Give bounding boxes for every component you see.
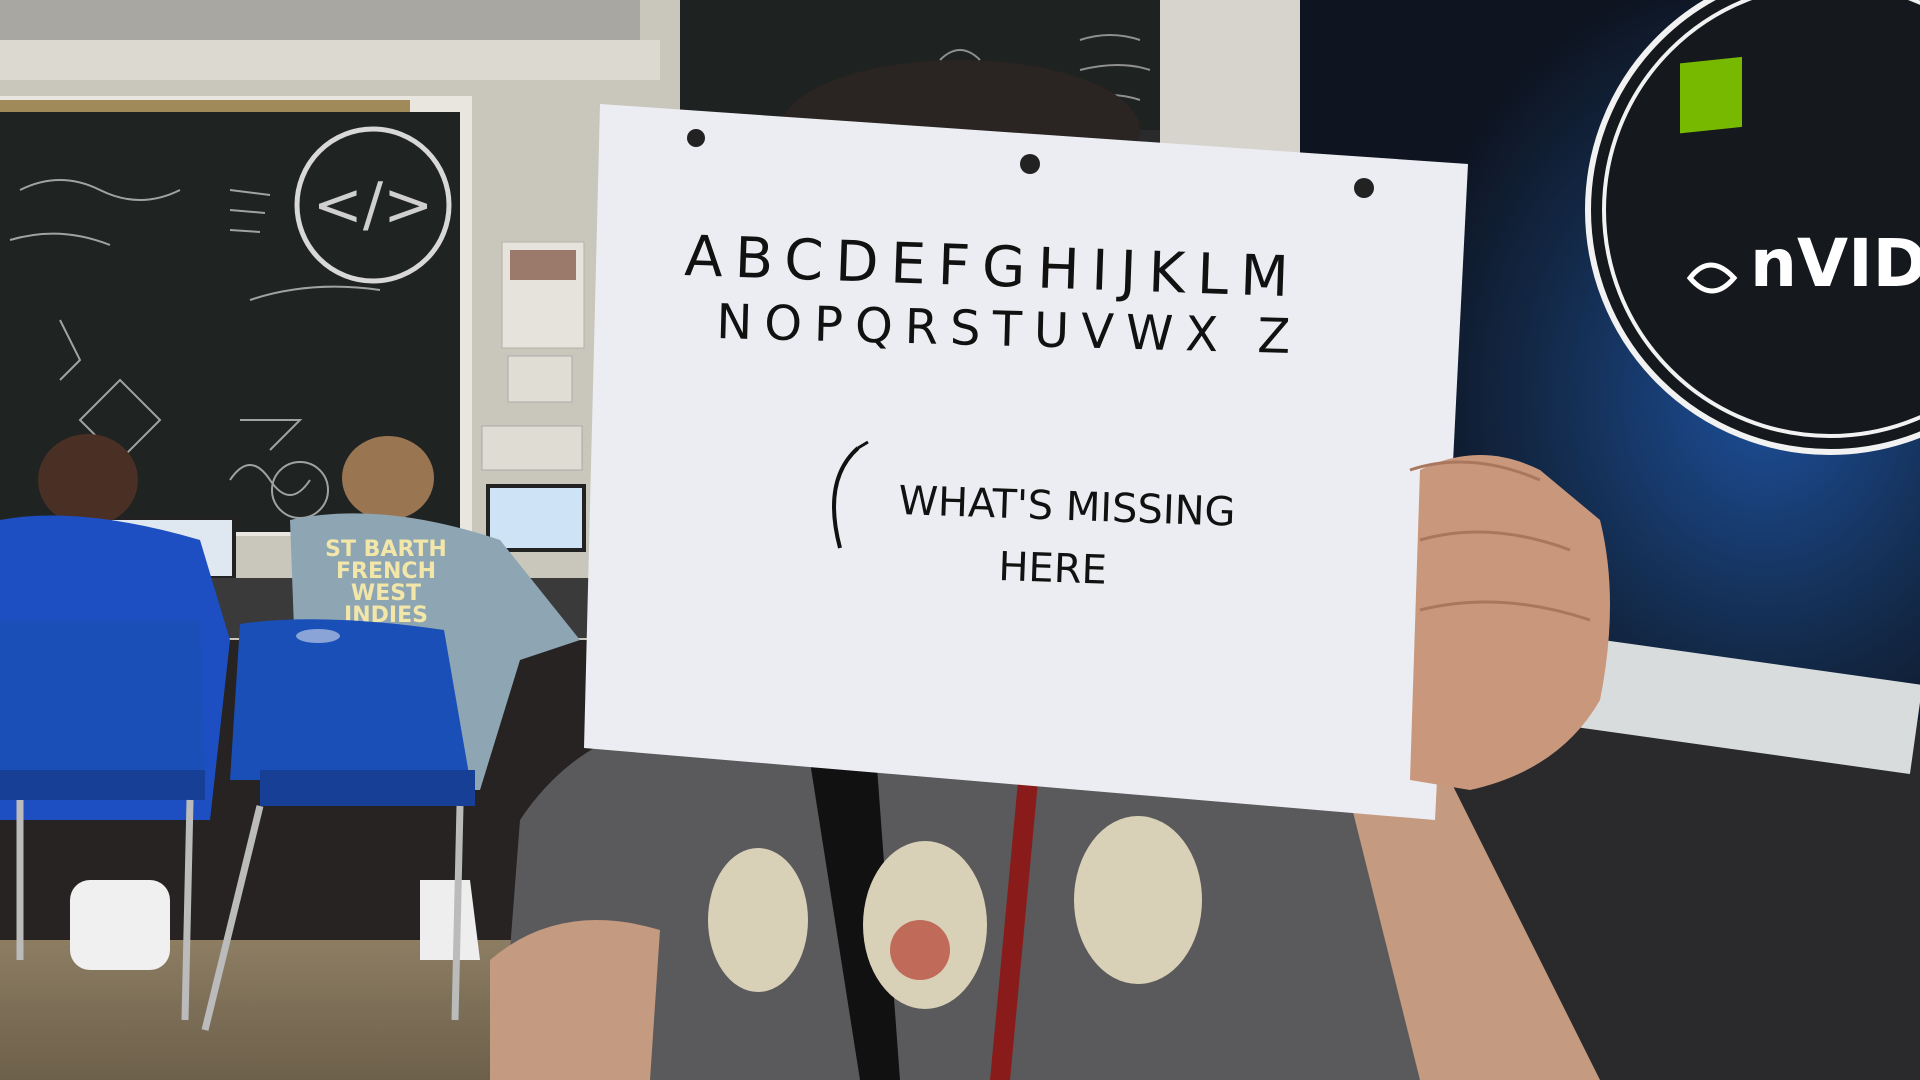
svg-text:</>: </> — [313, 170, 434, 240]
poster-photo — [510, 250, 576, 280]
wall-outlet — [507, 355, 573, 403]
paper-hole-left — [687, 129, 705, 147]
question-line-2: HERE — [998, 544, 1108, 594]
shirt-graphic-right — [1074, 816, 1202, 984]
paper-hole-center — [1020, 154, 1040, 174]
holding-hand — [1409, 455, 1610, 790]
ceiling-trim — [0, 40, 660, 80]
nvidia-logo-text: nVIDIA — [1750, 225, 1920, 302]
shirt-graphic-left — [708, 848, 808, 992]
wall-column — [1160, 0, 1300, 160]
chalk-tray — [0, 100, 410, 112]
webcam-photo: </> ST BARTH FRENCH WEST INDIES nVID ABC… — [0, 0, 1920, 1080]
monitor-right — [486, 484, 586, 552]
ceiling-panel — [0, 0, 640, 40]
paper-sign: ABCDEFGHIJKLM NOPQRSTUVWX Z WHAT'S MISSI… — [584, 104, 1468, 820]
paper-hole-right — [1354, 178, 1374, 198]
photo-canvas: </> ST BARTH FRENCH WEST INDIES nVID ABC… — [0, 0, 1920, 1080]
wall-switches — [481, 425, 583, 471]
